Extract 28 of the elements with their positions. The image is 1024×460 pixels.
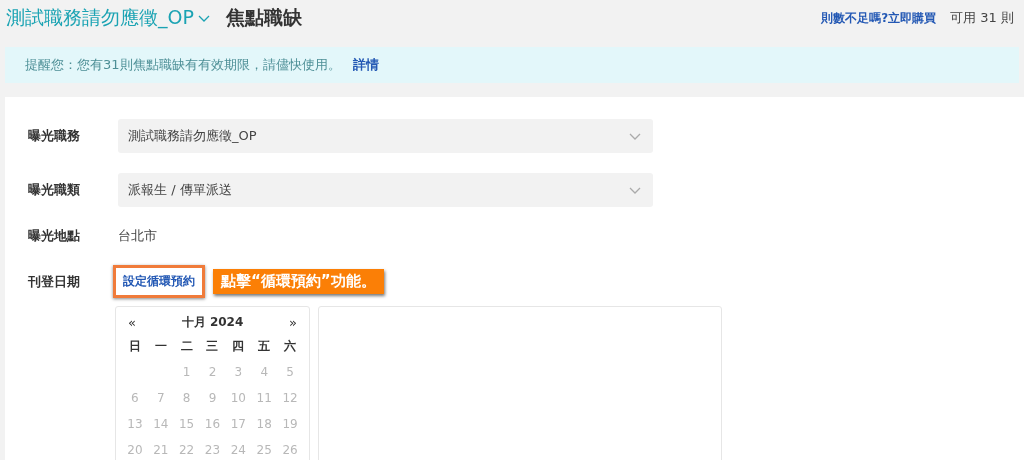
field-label: 曝光職務 xyxy=(28,127,81,145)
select-field[interactable]: 測試職務請勿應徵_OP xyxy=(118,119,653,153)
details-link[interactable]: 詳情 xyxy=(352,56,379,74)
weekday-label: 六 xyxy=(283,337,298,355)
weekday-label: 日 xyxy=(127,337,142,355)
field-label: 刊登日期 xyxy=(28,272,81,291)
month-title: 十月 2024 xyxy=(181,313,244,331)
select-field[interactable]: 派報生 / 傳單派送 xyxy=(118,173,653,207)
field-label: 曝光職類 xyxy=(28,181,81,199)
field-value: 台北市 xyxy=(118,227,157,245)
buy-link[interactable]: 則數不足嗎?立即購買 xyxy=(821,9,937,27)
next-month-button[interactable]: » xyxy=(289,314,297,330)
recurring-booking-button[interactable]: 設定循環預約 xyxy=(113,265,205,298)
job-title[interactable]: 測試職務請勿應徵_OP xyxy=(6,5,194,31)
weekday-label: 一 xyxy=(153,337,168,355)
weekday-label: 四 xyxy=(231,337,246,355)
weekday-label: 五 xyxy=(257,337,272,355)
weekday-label: 三 xyxy=(205,337,220,355)
notice-text: 提醒您：您有31則焦點職缺有有效期限，請儘快使用。 xyxy=(25,56,341,74)
available-count: 可用 31 則 xyxy=(950,9,1014,27)
callout-label: 點擊“循環預約”功能。 xyxy=(213,269,384,294)
field-label: 曝光地點 xyxy=(28,227,81,245)
prev-month-button[interactable]: « xyxy=(128,314,136,330)
chevron-down-icon xyxy=(629,186,641,194)
page-title: 焦點職缺 xyxy=(225,5,302,30)
weekday-label: 二 xyxy=(179,337,194,355)
chevron-down-icon xyxy=(197,14,210,22)
chevron-down-icon xyxy=(629,132,641,140)
